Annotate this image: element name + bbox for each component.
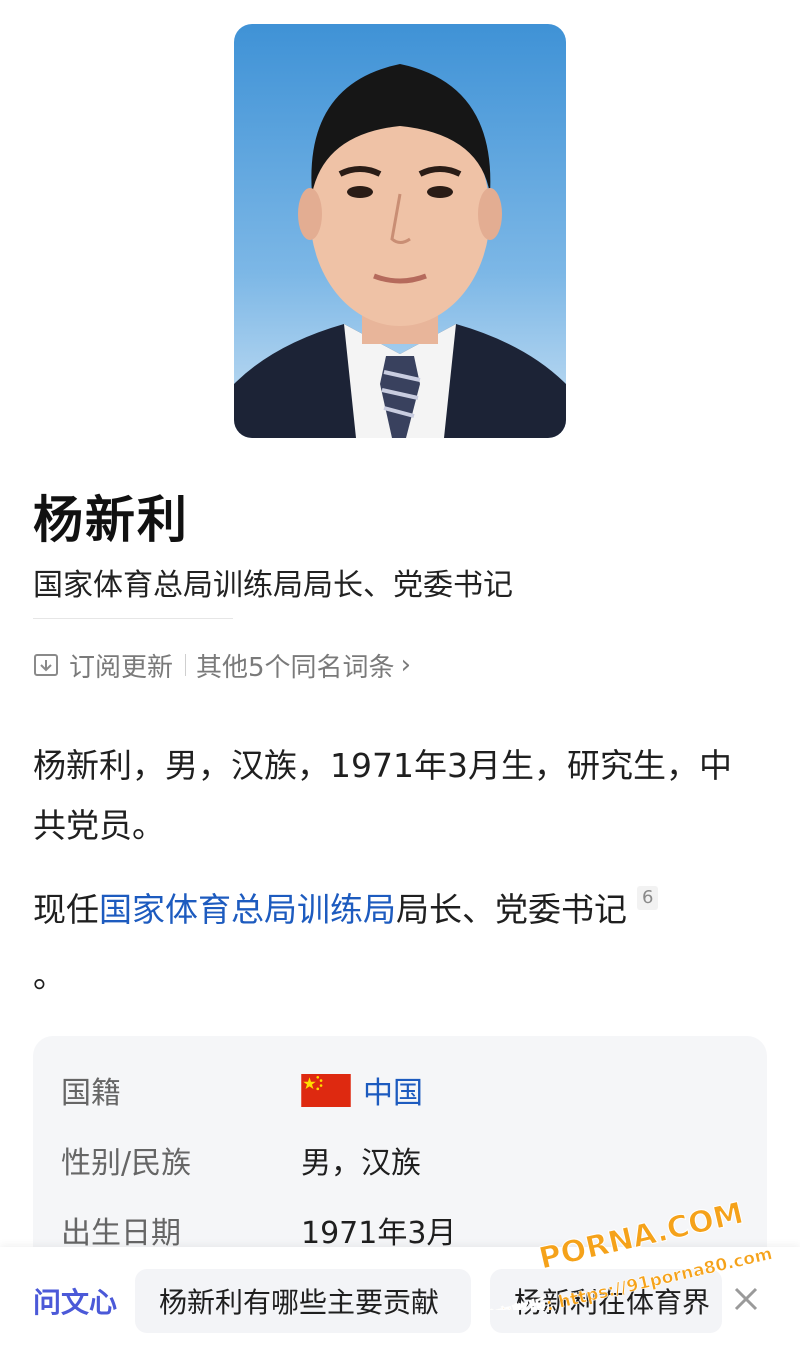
info-value: 男，汉族 (301, 1146, 421, 1181)
same-name-entries-link[interactable]: 其他5个同名词条 › (196, 647, 411, 684)
same-name-label: 其他5个同名词条 (196, 652, 395, 683)
subscribe-button[interactable]: 订阅更新 (33, 647, 173, 684)
info-row-nationality: 国籍 中国 (61, 1068, 423, 1112)
current-position-paragraph: 现任国家体育总局训练局局长、党委书记 6 (33, 880, 763, 940)
info-label: 性别/民族 (61, 1146, 192, 1181)
subscribe-label: 订阅更新 (69, 652, 174, 683)
current-period: 。 (33, 956, 66, 995)
citation-badge[interactable]: 6 (637, 886, 659, 910)
separator (185, 654, 187, 676)
page-title: 杨新利 (33, 491, 189, 549)
info-value[interactable]: 中国 (301, 1068, 423, 1112)
current-suffix: 局长、党委书记 (396, 890, 627, 929)
page-subtitle: 国家体育总局训练局局长、党委书记 (33, 568, 513, 603)
portrait-image (234, 24, 566, 438)
nationality-link[interactable]: 中国 (363, 1068, 423, 1112)
suggestion-chip[interactable]: 杨新利有哪些主要贡献 (135, 1269, 471, 1333)
close-icon[interactable] (728, 1281, 764, 1317)
info-row-birth-date: 出生日期 1971年3月 (61, 1208, 456, 1252)
china-flag-icon (301, 1073, 351, 1107)
info-label: 出生日期 (61, 1216, 181, 1251)
chevron-right-icon: › (400, 650, 411, 680)
summary-paragraph: 杨新利，男，汉族，1971年3月生，研究生，中共党员。 (33, 746, 732, 845)
ai-suggestion-bar: 问文心 杨新利有哪些主要贡献 杨新利在体育界 (0, 1247, 800, 1349)
subscribe-icon (34, 654, 58, 676)
portrait-photo[interactable] (234, 24, 566, 438)
organization-link[interactable]: 国家体育总局训练局 (99, 890, 396, 929)
wenxin-brand[interactable]: 问文心 (33, 1281, 117, 1321)
current-prefix: 现任 (33, 890, 99, 929)
info-value: 1971年3月 (301, 1216, 457, 1251)
entry-actions: 订阅更新 其他5个同名词条 › (33, 645, 411, 685)
suggestion-chip[interactable]: 杨新利在体育界 (490, 1269, 722, 1333)
info-label: 国籍 (61, 1076, 121, 1111)
divider (33, 618, 233, 619)
info-row-gender-ethnicity: 性别/民族 男，汉族 (61, 1138, 421, 1182)
